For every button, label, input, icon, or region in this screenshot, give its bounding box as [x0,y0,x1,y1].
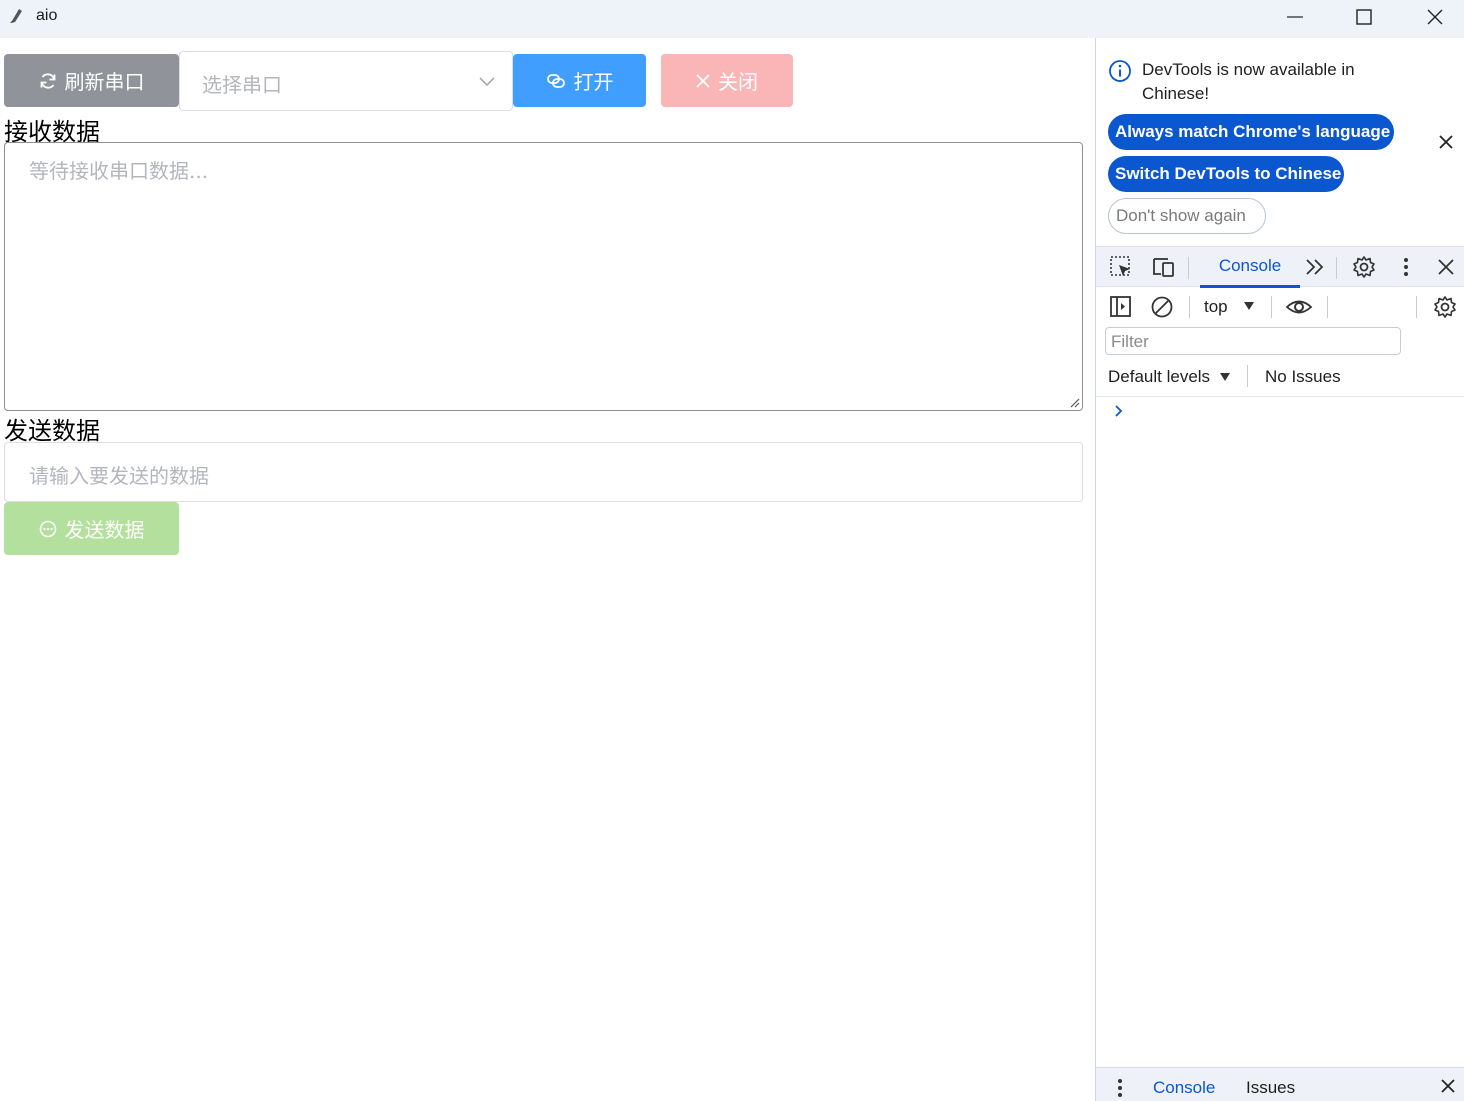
title-bar: aio [0,0,1464,38]
context-selector[interactable]: top [1204,297,1228,317]
link-icon [546,73,565,88]
open-port-button[interactable]: 打开 [513,54,646,107]
eye-icon[interactable] [1285,295,1313,319]
maximize-icon [1356,9,1372,25]
toolbar-separator [1247,365,1248,387]
drawer-tab-issues[interactable]: Issues [1246,1078,1295,1098]
refresh-ports-label: 刷新串口 [64,70,145,94]
send-data-input[interactable]: 请输入要发送的数据 [4,442,1083,502]
toolbar-separator [1189,296,1190,318]
port-select[interactable]: 选择串口 [179,51,513,111]
receive-data-textarea[interactable]: 等待接收串口数据... [4,142,1083,411]
close-port-label: 关闭 [718,70,758,94]
gear-icon[interactable] [1352,255,1376,279]
chevron-down-icon [479,77,495,87]
devtools-panel: DevTools is now available in Chinese! Al… [1095,38,1464,1101]
toolbar-separator [1271,296,1272,318]
toolbar-separator [1416,296,1417,318]
chat-icon [39,520,56,537]
app-content: 刷新串口 选择串口 打开 关闭 接收数据 等待接收串口数据... 发送数据 请输… [0,38,1095,1101]
dont-show-again-button[interactable]: Don't show again [1108,198,1266,234]
inspect-element-icon[interactable] [1109,255,1133,279]
console-prompt-chevron-icon[interactable] [1114,404,1124,418]
close-devtools-icon[interactable] [1434,255,1458,279]
send-data-button[interactable]: 发送数据 [4,502,179,555]
close-icon [1427,9,1443,25]
send-data-placeholder: 请输入要发送的数据 [29,464,209,488]
minimize-icon [1287,16,1303,18]
clear-console-icon[interactable] [1150,295,1174,319]
close-drawer-icon[interactable] [1440,1078,1456,1094]
log-levels-dropdown[interactable]: Default levels [1108,367,1210,387]
caret-down-icon [1244,302,1254,310]
close-icon [696,73,710,88]
switch-to-chinese-button[interactable]: Switch DevTools to Chinese [1108,156,1344,192]
app-icon [10,9,22,23]
refresh-ports-button[interactable]: 刷新串口 [4,54,179,107]
close-icon[interactable] [1438,134,1454,150]
console-divider [1096,396,1464,397]
console-toolbar: top [1096,287,1464,327]
toolbar-separator [1327,296,1328,318]
toolbar-separator [1336,257,1337,279]
maximize-button[interactable] [1329,0,1399,34]
window-close-button[interactable] [1400,0,1464,34]
drawer-tab-console[interactable]: Console [1153,1078,1215,1098]
port-select-placeholder: 选择串口 [202,73,282,97]
console-filter-input[interactable]: Filter [1105,327,1401,355]
kebab-menu-icon[interactable] [1117,1078,1123,1098]
language-infobar-message: DevTools is now available in Chinese! [1142,60,1355,103]
resize-handle-icon[interactable] [1068,396,1080,408]
tab-console[interactable]: Console [1200,247,1300,288]
devtools-toolbar: Console [1096,246,1464,288]
info-icon [1109,60,1131,82]
device-toolbar-icon[interactable] [1150,255,1176,279]
more-tabs-icon[interactable] [1304,255,1326,279]
refresh-icon [40,72,55,89]
console-settings-gear-icon[interactable] [1433,295,1457,319]
minimize-button[interactable] [1260,0,1330,34]
open-port-label: 打开 [573,70,614,94]
issues-count[interactable]: No Issues [1265,367,1341,387]
send-data-button-label: 发送数据 [64,518,145,542]
console-filter-placeholder: Filter [1111,332,1149,351]
send-data-label: 发送数据 [4,417,100,445]
toolbar-separator [1188,257,1189,279]
sidebar-toggle-icon[interactable] [1109,295,1133,319]
close-port-button[interactable]: 关闭 [661,54,793,107]
receive-data-placeholder: 等待接收串口数据... [29,159,209,183]
devtools-drawer: Console Issues [1096,1067,1464,1101]
kebab-menu-icon[interactable] [1394,255,1418,279]
window-title: aio [36,7,58,24]
caret-down-icon [1220,373,1230,381]
match-language-button[interactable]: Always match Chrome's language [1108,114,1394,150]
